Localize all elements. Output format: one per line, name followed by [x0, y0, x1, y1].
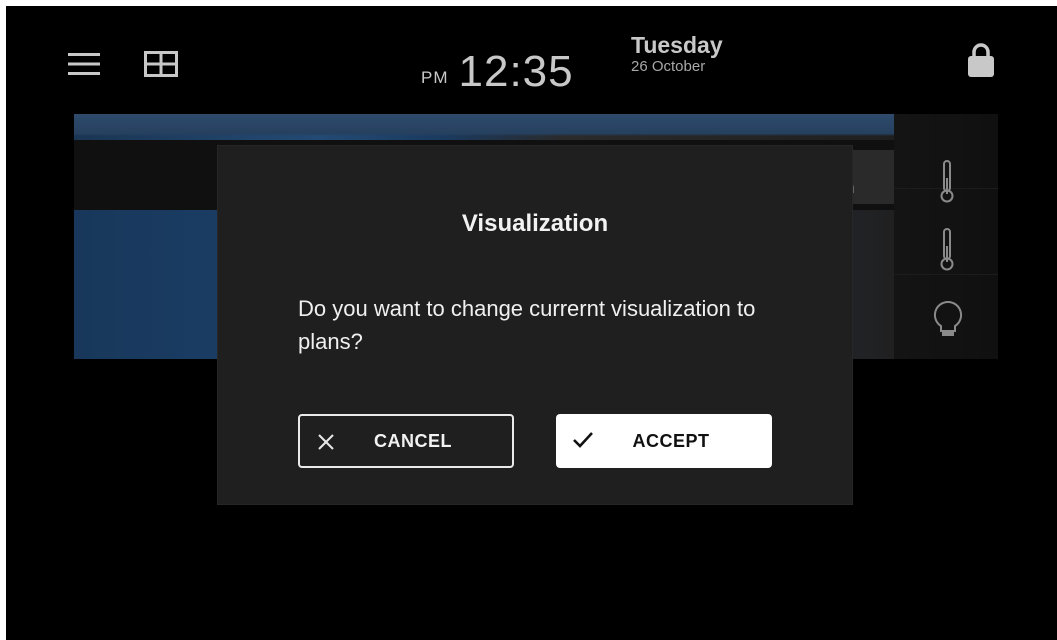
lock-icon[interactable] — [967, 42, 995, 78]
grid-view-icon[interactable] — [144, 51, 178, 77]
cancel-button[interactable]: CANCEL — [298, 414, 514, 468]
clock-ampm: PM — [421, 68, 449, 87]
divider — [894, 274, 998, 275]
app-screen: PM 12:35 Tuesday 26 October n — [6, 6, 1057, 640]
device-side-column — [894, 114, 998, 359]
thermometer-icon[interactable] — [940, 228, 954, 272]
dialog-message: Do you want to change currernt visualiza… — [298, 296, 756, 354]
cancel-button-label: CANCEL — [374, 430, 452, 451]
weekday-label: Tuesday — [631, 32, 723, 58]
dialog-title: Visualization — [461, 210, 609, 237]
clock-time: 12:35 — [458, 47, 574, 96]
visualization-dialog: Visualization Do you want to change curr… — [218, 146, 852, 504]
thermometer-icon[interactable] — [940, 160, 954, 204]
hamburger-menu-icon[interactable] — [68, 52, 100, 76]
accept-button[interactable]: ACCEPT — [556, 414, 772, 468]
date-display: Tuesday 26 October — [631, 32, 723, 76]
clock: PM 12:35 — [421, 36, 574, 96]
date-label: 26 October — [631, 58, 706, 75]
top-bar: PM 12:35 Tuesday 26 October — [6, 6, 1057, 116]
accept-button-label: ACCEPT — [632, 430, 710, 451]
lightbulb-icon[interactable] — [932, 300, 964, 338]
